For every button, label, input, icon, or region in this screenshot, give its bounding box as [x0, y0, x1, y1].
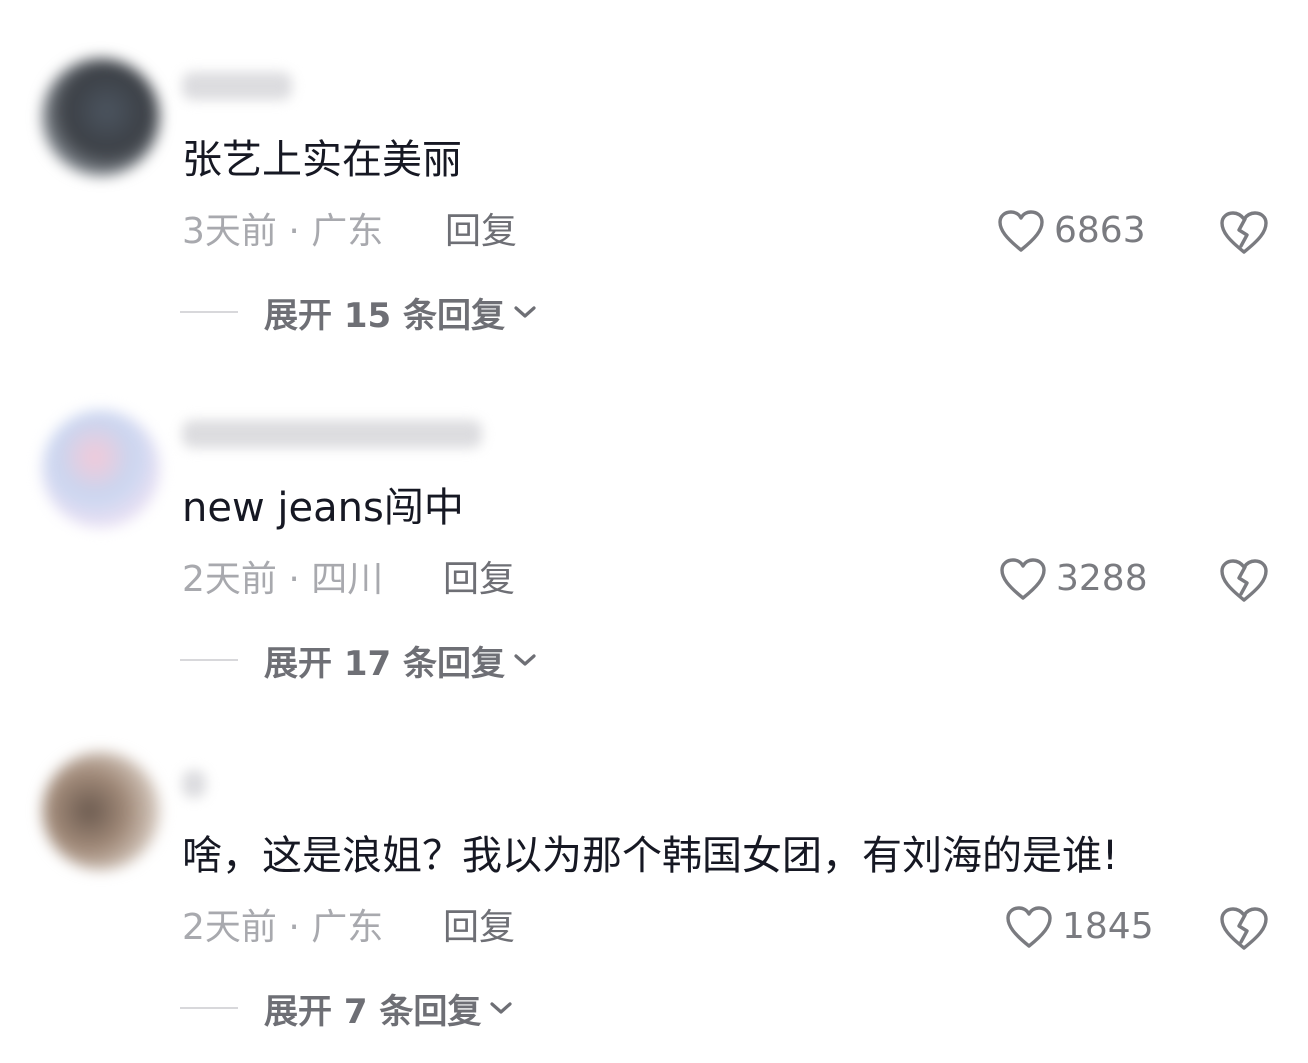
- like-count: 1845: [1062, 906, 1154, 947]
- expand-replies-label: 展开 7 条回复: [264, 991, 482, 1032]
- comment-meta: 2天前 · 四川: [182, 559, 384, 600]
- heart-outline-icon: [1006, 906, 1052, 948]
- expand-replies-button[interactable]: 展开 17 条回复: [180, 638, 537, 684]
- divider-line: [180, 1007, 238, 1009]
- chevron-down-icon: [490, 1002, 512, 1014]
- broken-heart-icon[interactable]: [1218, 556, 1270, 604]
- like-button[interactable]: 1845: [1004, 904, 1154, 950]
- heart-outline-icon: [1000, 558, 1046, 600]
- expand-replies-button[interactable]: 展开 7 条回复: [180, 986, 513, 1032]
- avatar[interactable]: [42, 752, 160, 870]
- username-blurred[interactable]: [182, 420, 482, 448]
- broken-heart-icon[interactable]: [1218, 904, 1270, 952]
- comment-text: new jeans闯中: [182, 485, 464, 531]
- comment-text: 啥，这是浪姐？我以为那个韩国女团，有刘海的是谁!: [182, 833, 1119, 879]
- reply-button[interactable]: 回复: [443, 558, 515, 602]
- reply-button[interactable]: 回复: [443, 906, 515, 950]
- username-blurred[interactable]: [182, 770, 206, 798]
- expand-replies-label: 展开 17 条回复: [264, 643, 505, 684]
- chevron-down-icon: [514, 654, 536, 666]
- comment-meta: 2天前 · 广东: [182, 907, 384, 948]
- avatar[interactable]: [42, 410, 160, 528]
- divider-line: [180, 659, 238, 661]
- like-button[interactable]: 3288: [998, 556, 1148, 602]
- comment-item: 啥，这是浪姐？我以为那个韩国女团，有刘海的是谁! 2天前 · 广东 回复 184…: [0, 0, 1308, 1032]
- like-count: 3288: [1056, 558, 1148, 599]
